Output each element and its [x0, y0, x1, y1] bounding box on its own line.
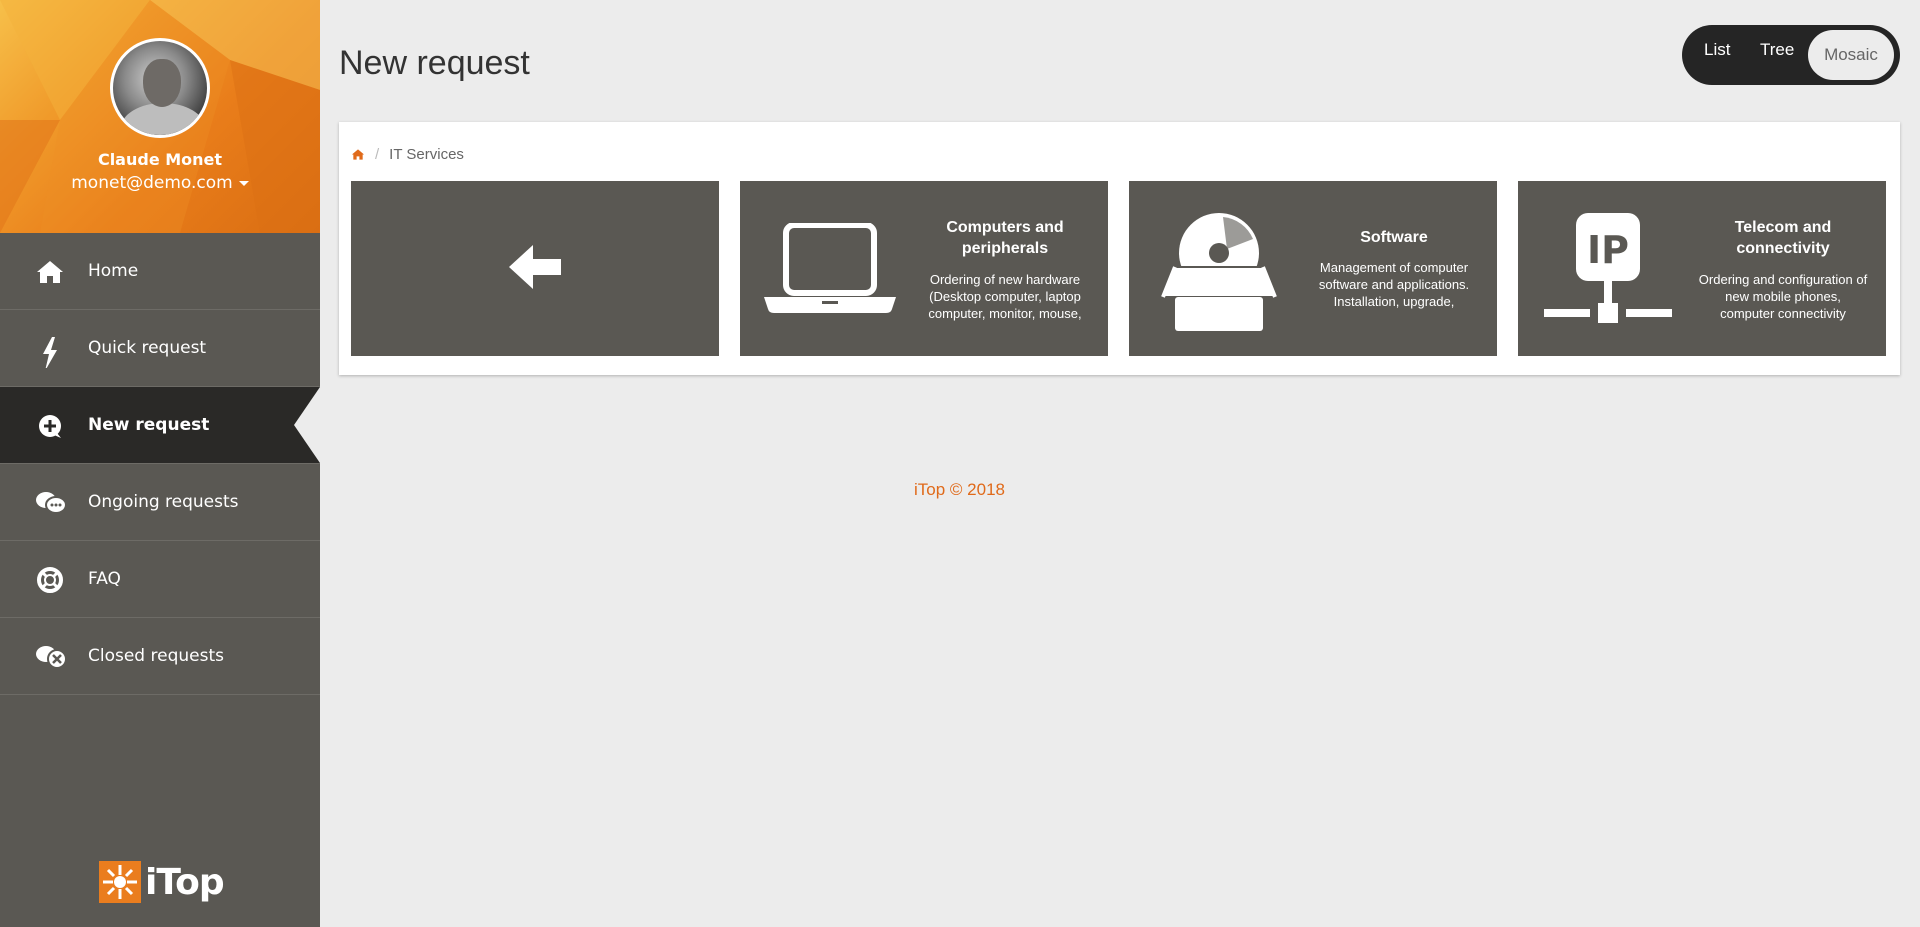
sidebar-item-quick-request[interactable]: Quick request: [0, 310, 320, 387]
tile-description: Ordering and configuration of new mobile…: [1698, 272, 1868, 321]
user-menu[interactable]: monet@demo.com: [0, 173, 320, 193]
view-tree-button[interactable]: Tree: [1760, 40, 1794, 60]
sidebar-item-closed-requests[interactable]: Closed requests: [0, 618, 320, 695]
sidebar: Claude Monet monet@demo.com Home Quick r…: [0, 0, 320, 927]
itop-logo: iTop: [99, 861, 225, 903]
laptop-icon: [764, 223, 896, 313]
sidebar-item-new-request[interactable]: New request: [0, 387, 320, 464]
browse-panel: / IT Services Computers and peripherals …: [339, 122, 1900, 375]
breadcrumb-current: IT Services: [389, 146, 464, 163]
user-email: monet@demo.com: [71, 173, 233, 193]
lightning-icon: [43, 337, 57, 368]
tile-title: Software: [1360, 229, 1428, 246]
page-title: New request: [339, 44, 530, 82]
avatar[interactable]: [110, 38, 210, 138]
tile-description: Ordering of new hardware (Desktop comput…: [928, 272, 1082, 321]
back-tile[interactable]: [351, 181, 719, 356]
view-switch: List Tree Mosaic: [1682, 25, 1900, 85]
sidebar-item-label: Ongoing requests: [88, 492, 239, 512]
lifebuoy-icon: [37, 567, 63, 593]
sidebar-nav: Home Quick request New request Ongoing r…: [0, 233, 320, 695]
sidebar-item-label: Closed requests: [88, 646, 224, 666]
footer-text: iTop © 2018: [914, 480, 1005, 499]
sidebar-item-faq[interactable]: FAQ: [0, 541, 320, 618]
home-icon: [37, 261, 63, 283]
sidebar-item-label: Home: [88, 261, 139, 281]
service-tile-computers[interactable]: Computers and peripherals Ordering of ne…: [740, 181, 1108, 356]
svg-text:IP: IP: [1587, 228, 1629, 272]
software-box-icon: [1161, 213, 1277, 331]
plus-circle-icon: [39, 415, 61, 438]
user-name: Claude Monet: [97, 150, 223, 169]
tile-title: Computers and peripherals: [946, 219, 1064, 257]
arrow-left-icon: [509, 245, 561, 289]
breadcrumb-separator: /: [375, 146, 380, 163]
sidebar-item-label: New request: [88, 415, 210, 435]
tile-title: Telecom and connectivity: [1734, 219, 1832, 257]
sidebar-item-ongoing-requests[interactable]: Ongoing requests: [0, 464, 320, 541]
view-list-button[interactable]: List: [1704, 40, 1730, 60]
tile-description: Management of computer software and appl…: [1318, 260, 1470, 309]
sidebar-item-label: Quick request: [88, 338, 207, 358]
chat-closed-icon: [36, 646, 67, 669]
logo-text: iTop: [145, 861, 225, 903]
sidebar-item-home[interactable]: Home: [0, 233, 320, 310]
breadcrumb: / IT Services: [351, 146, 464, 163]
ip-network-icon: IP: [1544, 213, 1672, 323]
chat-bubbles-icon: [36, 492, 67, 514]
sidebar-item-label: FAQ: [88, 569, 121, 589]
service-tile-software[interactable]: Software Management of computer software…: [1129, 181, 1497, 356]
profile-header: Claude Monet monet@demo.com: [0, 0, 320, 233]
itop-logo-mark-icon: [99, 861, 141, 903]
caret-down-icon: [238, 180, 249, 186]
view-mosaic-button[interactable]: Mosaic: [1808, 30, 1894, 80]
service-tile-telecom[interactable]: IP Telecom and connectivity Ordering and…: [1518, 181, 1886, 356]
home-icon[interactable]: [351, 148, 365, 161]
